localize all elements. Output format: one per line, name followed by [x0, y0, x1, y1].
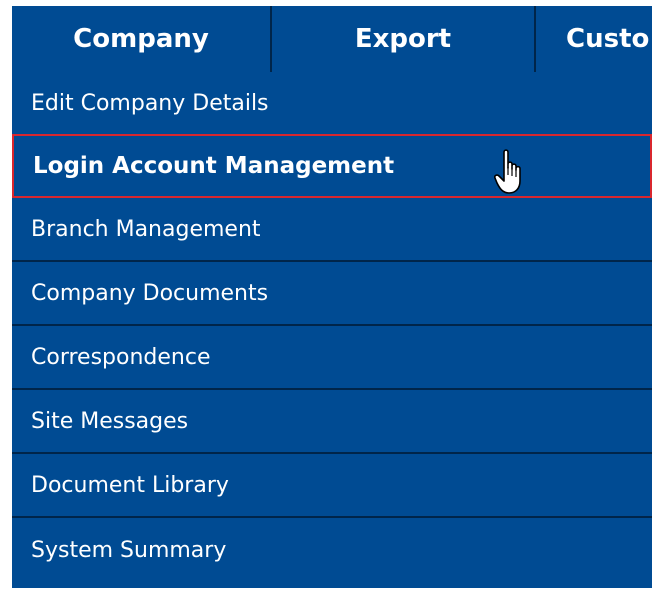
menu-panel: Company Export Custo Edit Company Detail… — [12, 6, 652, 588]
tab-customers[interactable]: Custo — [536, 6, 652, 72]
tab-export[interactable]: Export — [272, 6, 536, 72]
top-nav-bar: Company Export Custo — [12, 6, 652, 72]
menu-item-correspondence[interactable]: Correspondence — [12, 326, 652, 390]
menu-item-document-library[interactable]: Document Library — [12, 454, 652, 518]
menu-item-site-messages[interactable]: Site Messages — [12, 390, 652, 454]
menu-item-edit-company-details[interactable]: Edit Company Details — [12, 72, 652, 134]
company-dropdown-menu: Edit Company Details Login Account Manag… — [12, 72, 652, 582]
menu-item-login-account-management[interactable]: Login Account Management — [12, 134, 652, 198]
tab-company[interactable]: Company — [12, 6, 272, 72]
menu-item-branch-management[interactable]: Branch Management — [12, 198, 652, 262]
menu-item-system-summary[interactable]: System Summary — [12, 518, 652, 582]
menu-item-company-documents[interactable]: Company Documents — [12, 262, 652, 326]
